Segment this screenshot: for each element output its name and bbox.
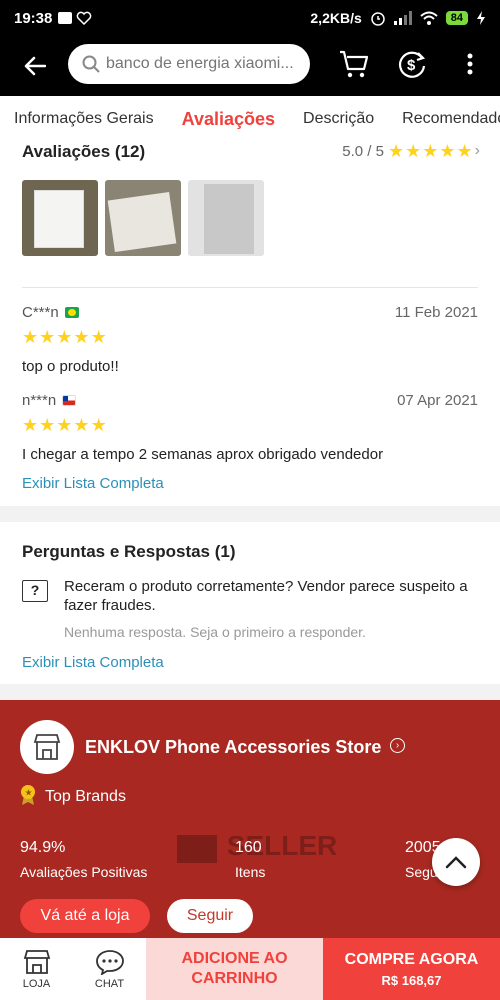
chat-button[interactable]: CHAT xyxy=(73,938,146,1000)
flag-brazil-icon xyxy=(64,307,79,318)
search-input[interactable] xyxy=(106,55,296,73)
qa-title[interactable]: Perguntas e Respostas (1) xyxy=(22,542,236,562)
chevron-right-icon: › xyxy=(474,142,480,159)
signal-icon xyxy=(393,11,412,25)
clock: 19:38 xyxy=(14,9,53,27)
star-icon: ★ xyxy=(73,415,90,435)
follow-store-button[interactable]: Seguir xyxy=(167,899,253,933)
star-icon: ★ xyxy=(22,415,39,435)
net-speed: 2,2KB/s xyxy=(310,10,362,26)
store-name[interactable]: ENKLOV Phone Accessories Store xyxy=(85,737,381,758)
more-menu-button[interactable] xyxy=(452,46,488,82)
store-icon xyxy=(23,949,50,974)
qa-question[interactable]: Receram o produto corretamente? Vendor p… xyxy=(64,577,474,615)
review-photo[interactable] xyxy=(105,180,181,256)
star-icon: ★ xyxy=(387,141,405,161)
buy-now-button[interactable]: COMPRE AGORA R$ 168,67 xyxy=(323,938,500,1000)
buy-now-price: R$ 168,67 xyxy=(381,972,442,988)
reviews-score[interactable]: 5.0 / 5 ★ ★ ★ ★ ★ › xyxy=(342,142,480,160)
star-icon: ★ xyxy=(22,327,39,347)
status-bar: 19:38 2,2KB/s 84 xyxy=(0,0,500,36)
tab-informacoes-gerais[interactable]: Informações Gerais xyxy=(0,96,168,142)
star-icon: ★ xyxy=(39,327,56,347)
search-icon xyxy=(82,55,100,73)
review-text: top o produto!! xyxy=(22,358,119,375)
heart-icon xyxy=(77,11,92,25)
star-icon: ★ xyxy=(56,327,73,347)
tab-descricao[interactable]: Descrição xyxy=(289,96,388,142)
svg-text:★: ★ xyxy=(25,788,33,798)
add-to-cart-label: ADICIONE AO CARRINHO xyxy=(181,950,288,987)
cart-button[interactable] xyxy=(336,46,372,82)
review-stars: ★ ★ ★ ★ ★ xyxy=(22,328,107,346)
store-tab-button[interactable]: LOJA xyxy=(0,938,73,1000)
stat-positive-feedback: 94.9% Avaliações Positivas xyxy=(20,839,148,880)
product-tabs: Informações Gerais Avaliações Descrição … xyxy=(0,96,500,142)
star-icon: ★ xyxy=(405,141,422,161)
store-section: SELLER ENKLOV Phone Accessories Store › … xyxy=(0,700,500,940)
wifi-icon xyxy=(420,11,438,25)
more-vertical-icon xyxy=(467,53,473,75)
bottom-action-bar: LOJA CHAT ADICIONE AO CARRINHO COMPRE AG… xyxy=(0,938,500,1000)
review-photos xyxy=(22,180,264,256)
star-icon: ★ xyxy=(422,141,439,161)
reviews-title[interactable]: Avaliações (12) xyxy=(22,142,145,162)
back-arrow-icon xyxy=(24,56,46,76)
reviewer-name: C***n xyxy=(22,304,59,321)
battery-indicator: 84 xyxy=(445,11,468,25)
coupon-button[interactable]: $ xyxy=(394,46,430,82)
question-icon: ? xyxy=(22,580,48,602)
score-text: 5.0 / 5 xyxy=(342,142,384,160)
view-all-qa-link[interactable]: Exibir Lista Completa xyxy=(22,654,164,671)
store-avatar[interactable] xyxy=(20,720,74,774)
divider xyxy=(22,287,478,288)
tab-recomendado[interactable]: Recomendado xyxy=(388,96,500,142)
star-icon: ★ xyxy=(456,141,473,161)
store-chevron-icon[interactable]: › xyxy=(390,738,405,753)
reviews-section: Avaliações (12) 5.0 / 5 ★ ★ ★ ★ ★ › C***n 11… xyxy=(0,142,500,506)
add-to-cart-button[interactable]: ADICIONE AO CARRINHO xyxy=(146,938,323,1000)
charging-icon xyxy=(477,11,485,25)
app-header: $ xyxy=(0,36,500,96)
cart-icon xyxy=(340,50,369,78)
qa-no-answer: Nenhuma resposta. Seja o primeiro a resp… xyxy=(64,624,366,640)
store-watermark-icon xyxy=(177,834,217,863)
search-bar[interactable] xyxy=(68,44,310,84)
review-stars: ★ ★ ★ ★ ★ xyxy=(22,416,107,434)
stat-items: 160 Itens xyxy=(235,839,266,880)
flag-chile-icon xyxy=(62,395,77,406)
score-stars: ★ ★ ★ ★ ★ xyxy=(388,142,473,160)
qa-section: Perguntas e Respostas (1) ? Receram o pr… xyxy=(0,522,500,684)
star-icon: ★ xyxy=(90,327,107,347)
alarm-icon xyxy=(371,12,385,26)
svg-text:$: $ xyxy=(407,57,416,74)
review-photo[interactable] xyxy=(22,180,98,256)
review-date: 11 Feb 2021 xyxy=(394,304,478,321)
dollar-refresh-icon: $ xyxy=(398,51,426,78)
star-icon: ★ xyxy=(39,415,56,435)
reviewer-name: n***n xyxy=(22,392,57,409)
star-icon: ★ xyxy=(439,141,456,161)
tab-avaliacoes[interactable]: Avaliações xyxy=(168,96,289,142)
star-icon: ★ xyxy=(56,415,73,435)
star-icon: ★ xyxy=(90,415,107,435)
back-button[interactable] xyxy=(10,36,60,96)
chat-icon xyxy=(95,949,124,975)
shop-icon xyxy=(33,734,61,760)
review-text: I chegar a tempo 2 semanas aprox obrigad… xyxy=(22,446,384,463)
scroll-to-top-button[interactable] xyxy=(432,838,480,886)
go-to-store-button[interactable]: Vá até a loja xyxy=(20,899,150,933)
review-date: 07 Apr 2021 xyxy=(397,392,478,409)
review-photo[interactable] xyxy=(188,180,264,256)
notification-icon xyxy=(58,12,73,24)
top-brands-badge: Top Brands xyxy=(45,788,126,805)
medal-icon: ★ xyxy=(21,785,35,805)
view-all-reviews-link[interactable]: Exibir Lista Completa xyxy=(22,475,164,492)
store-tab-label: LOJA xyxy=(22,977,51,990)
star-icon: ★ xyxy=(73,327,90,347)
chat-label: CHAT xyxy=(94,977,125,990)
chevron-up-icon xyxy=(445,856,467,869)
buy-now-label: COMPRE AGORA xyxy=(344,950,479,968)
